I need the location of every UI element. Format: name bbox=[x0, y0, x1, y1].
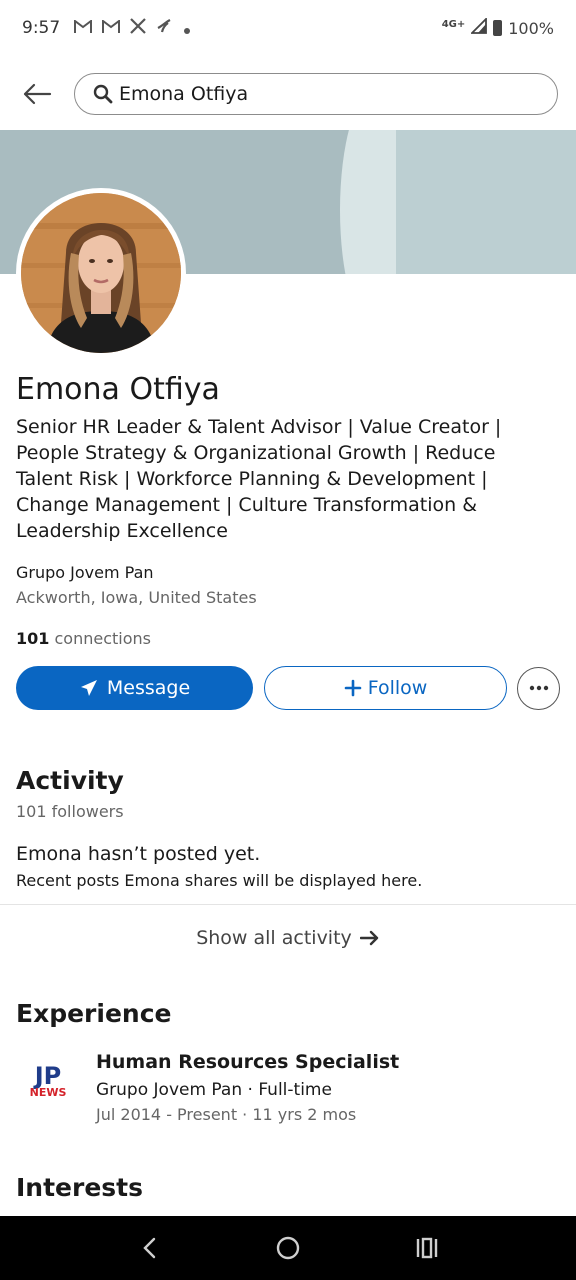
follow-button[interactable]: Follow bbox=[264, 666, 507, 710]
experience-role[interactable]: Human Resources Specialist bbox=[96, 1051, 399, 1073]
search-query: Emona Otfiya bbox=[119, 83, 249, 105]
carrier-icon bbox=[156, 18, 174, 38]
nav-back-button[interactable] bbox=[127, 1226, 171, 1270]
gmail-icon bbox=[74, 18, 93, 38]
signal-icon bbox=[470, 16, 488, 38]
logo-text-bottom: NEWS bbox=[30, 1086, 67, 1099]
search-icon bbox=[93, 84, 113, 104]
battery-icon bbox=[493, 20, 503, 36]
recents-icon bbox=[416, 1237, 437, 1259]
send-icon bbox=[80, 680, 97, 696]
show-all-activity-button[interactable]: Show all activity bbox=[0, 920, 576, 956]
x-icon bbox=[130, 18, 146, 38]
gmail-icon bbox=[102, 18, 121, 38]
network-label: 4G+ bbox=[441, 18, 466, 30]
banner-shape bbox=[396, 130, 576, 274]
nav-recents-button[interactable] bbox=[405, 1226, 449, 1270]
profile-name: Emona Otfiya bbox=[16, 372, 220, 407]
follow-label: Follow bbox=[367, 677, 428, 699]
status-bar: 9:57 4G+ 100% bbox=[0, 0, 576, 56]
message-button[interactable]: Message bbox=[16, 666, 253, 710]
show-all-activity-label: Show all activity bbox=[196, 927, 352, 949]
notification-icons bbox=[74, 18, 191, 38]
experience-company: Grupo Jovem Pan · Full-time bbox=[96, 1080, 332, 1100]
app-bar: Emona Otfiya bbox=[0, 64, 576, 124]
plus-icon bbox=[344, 679, 361, 697]
battery-level: 100% bbox=[508, 18, 554, 38]
message-label: Message bbox=[106, 677, 191, 699]
profile-location: Ackworth, Iowa, United States bbox=[16, 588, 257, 607]
more-horizontal-icon bbox=[529, 685, 548, 691]
company-logo[interactable]: JP NEWS bbox=[24, 1058, 72, 1106]
system-nav-bar bbox=[0, 1216, 576, 1280]
interests-section-title: Interests bbox=[16, 1173, 144, 1202]
more-options-button[interactable] bbox=[517, 666, 560, 710]
section-divider bbox=[0, 904, 576, 905]
arrow-left-icon bbox=[23, 83, 52, 105]
connections-number: 101 bbox=[16, 629, 50, 648]
status-time: 9:57 bbox=[22, 18, 61, 38]
experience-section-title: Experience bbox=[16, 999, 172, 1028]
dot-icon bbox=[184, 19, 191, 38]
profile-avatar[interactable] bbox=[16, 188, 186, 358]
activity-section-title: Activity bbox=[16, 766, 124, 795]
connections-label: connections bbox=[54, 629, 152, 648]
back-button[interactable] bbox=[16, 73, 58, 115]
arrow-right-icon bbox=[359, 930, 378, 946]
status-right: 4G+ 100% bbox=[441, 16, 554, 38]
activity-empty-title: Emona hasn’t posted yet. bbox=[16, 843, 261, 865]
followers-count: 101 followers bbox=[16, 802, 124, 821]
profile-headline: Senior HR Leader & Talent Advisor | Valu… bbox=[16, 416, 502, 542]
avatar-photo bbox=[21, 193, 181, 353]
experience-dates: Jul 2014 - Present · 11 yrs 2 mos bbox=[96, 1105, 357, 1124]
search-bar[interactable]: Emona Otfiya bbox=[74, 73, 558, 115]
activity-empty-subtitle: Recent posts Emona shares will be displa… bbox=[16, 871, 423, 890]
home-circle-icon bbox=[276, 1236, 300, 1260]
chevron-left-icon bbox=[143, 1237, 156, 1259]
profile-actions: Message Follow bbox=[16, 666, 560, 710]
connections-count[interactable]: 101 connections bbox=[16, 629, 151, 648]
profile-company[interactable]: Grupo Jovem Pan bbox=[16, 563, 154, 582]
nav-home-button[interactable] bbox=[266, 1226, 310, 1270]
